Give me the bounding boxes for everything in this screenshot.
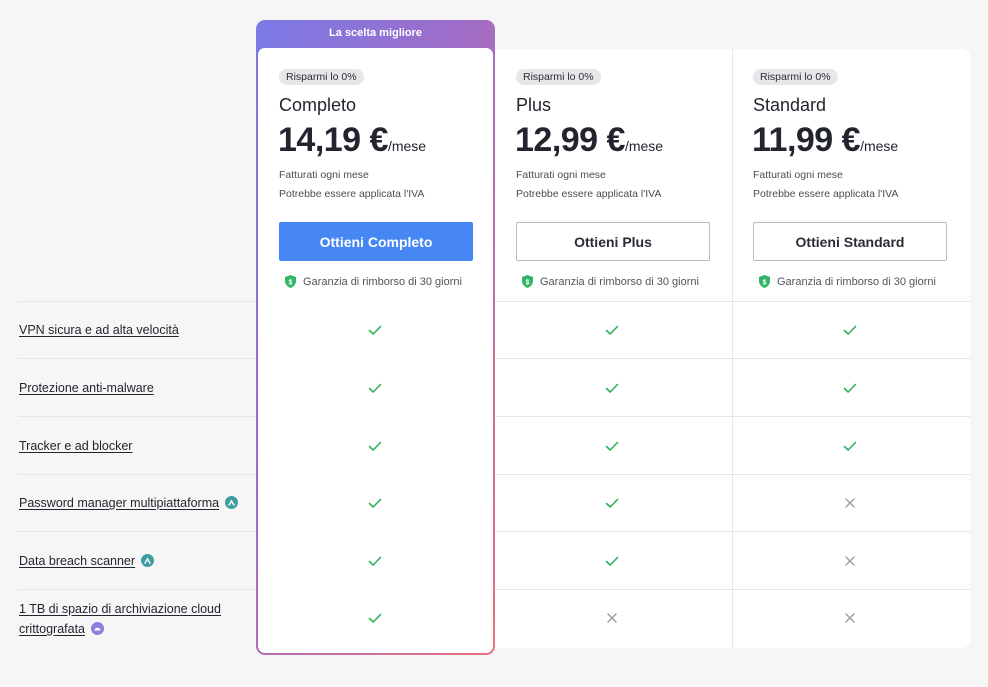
shield-icon: $ xyxy=(759,275,770,288)
check-icon xyxy=(367,322,383,338)
feature-label[interactable]: Protezione anti-malware xyxy=(19,381,154,395)
feature-data-breach-scanner[interactable]: Data breach scanner xyxy=(19,551,155,571)
feature-label[interactable]: crittografata xyxy=(19,622,85,636)
check-icon xyxy=(367,610,383,626)
price-period: /mese xyxy=(387,138,427,154)
feature-label[interactable]: 1 TB di spazio di archiviazione cloud xyxy=(19,602,221,616)
cross-icon xyxy=(842,495,858,511)
check-icon xyxy=(604,495,620,511)
feature-label[interactable]: VPN sicura e ad alta velocità xyxy=(19,323,179,337)
get-completo-button[interactable]: Ottieni Completo xyxy=(279,222,473,261)
shield-icon: $ xyxy=(285,275,296,288)
nordlocker-icon xyxy=(91,622,105,635)
feature-label[interactable]: Password manager multipiattaforma xyxy=(19,496,219,510)
column-divider xyxy=(732,49,733,648)
vat-note: Potrebbe essere applicata l'IVA xyxy=(516,188,662,200)
svg-text:$: $ xyxy=(763,280,767,287)
vat-note: Potrebbe essere applicata l'IVA xyxy=(753,188,899,200)
nordpass-icon xyxy=(225,496,239,509)
get-plus-button[interactable]: Ottieni Plus xyxy=(516,222,710,261)
check-icon xyxy=(367,438,383,454)
price-period: /mese xyxy=(860,138,899,154)
plan-price: 11,99 € xyxy=(752,121,861,159)
check-icon xyxy=(842,438,858,454)
plan-price: 12,99 € xyxy=(515,121,625,159)
check-icon xyxy=(604,553,620,569)
check-icon xyxy=(842,322,858,338)
svg-text:$: $ xyxy=(289,280,293,287)
cross-icon xyxy=(842,553,858,569)
svg-text:$: $ xyxy=(526,280,530,287)
pricing-table: La scelta migliore Risparmi lo 0% Comple… xyxy=(0,0,988,687)
check-icon xyxy=(604,380,620,396)
feature-cloud-storage[interactable]: 1 TB di spazio di archiviazione cloud cr… xyxy=(19,599,221,639)
price-line: 12,99 €/mese xyxy=(515,121,663,160)
plan-name: Plus xyxy=(516,95,552,115)
money-back-guarantee: $ Garanzia di rimborso di 30 giorni xyxy=(759,275,936,288)
feature-label[interactable]: Tracker e ad blocker xyxy=(19,439,132,453)
guarantee-text: Garanzia di rimborso di 30 giorni xyxy=(540,275,699,288)
savings-badge: Risparmi lo 0% xyxy=(753,69,838,85)
guarantee-text: Garanzia di rimborso di 30 giorni xyxy=(777,275,936,288)
featured-label: La scelta migliore xyxy=(329,27,422,39)
check-icon xyxy=(367,495,383,511)
check-icon xyxy=(604,438,620,454)
money-back-guarantee: $ Garanzia di rimborso di 30 giorni xyxy=(285,275,462,288)
billing-note: Fatturati ogni mese xyxy=(279,169,369,181)
plan-price: 14,19 € xyxy=(278,121,388,159)
price-line: 14,19 €/mese xyxy=(278,121,426,160)
feature-vpn[interactable]: VPN sicura e ad alta velocità xyxy=(19,320,179,340)
price-period: /mese xyxy=(624,138,664,154)
plan-name: Standard xyxy=(753,95,827,115)
vat-note: Potrebbe essere applicata l'IVA xyxy=(279,188,425,200)
feature-anti-malware[interactable]: Protezione anti-malware xyxy=(19,378,154,398)
cross-icon xyxy=(842,610,858,626)
savings-badge: Risparmi lo 0% xyxy=(279,69,364,85)
feature-label[interactable]: Data breach scanner xyxy=(19,554,135,568)
feature-password-manager[interactable]: Password manager multipiattaforma xyxy=(19,493,239,513)
money-back-guarantee: $ Garanzia di rimborso di 30 giorni xyxy=(522,275,699,288)
price-line: 11,99 €/mese xyxy=(752,121,898,160)
nordpass-icon xyxy=(141,554,155,567)
get-standard-button[interactable]: Ottieni Standard xyxy=(753,222,947,261)
savings-badge: Risparmi lo 0% xyxy=(516,69,601,85)
check-icon xyxy=(604,322,620,338)
check-icon xyxy=(367,553,383,569)
feature-tracker-blocker[interactable]: Tracker e ad blocker xyxy=(19,436,132,456)
billing-note: Fatturati ogni mese xyxy=(516,169,606,181)
cross-icon xyxy=(604,610,620,626)
guarantee-text: Garanzia di rimborso di 30 giorni xyxy=(303,275,462,288)
check-icon xyxy=(842,380,858,396)
plan-name: Completo xyxy=(279,95,357,115)
shield-icon: $ xyxy=(522,275,533,288)
billing-note: Fatturati ogni mese xyxy=(753,169,843,181)
check-icon xyxy=(367,380,383,396)
